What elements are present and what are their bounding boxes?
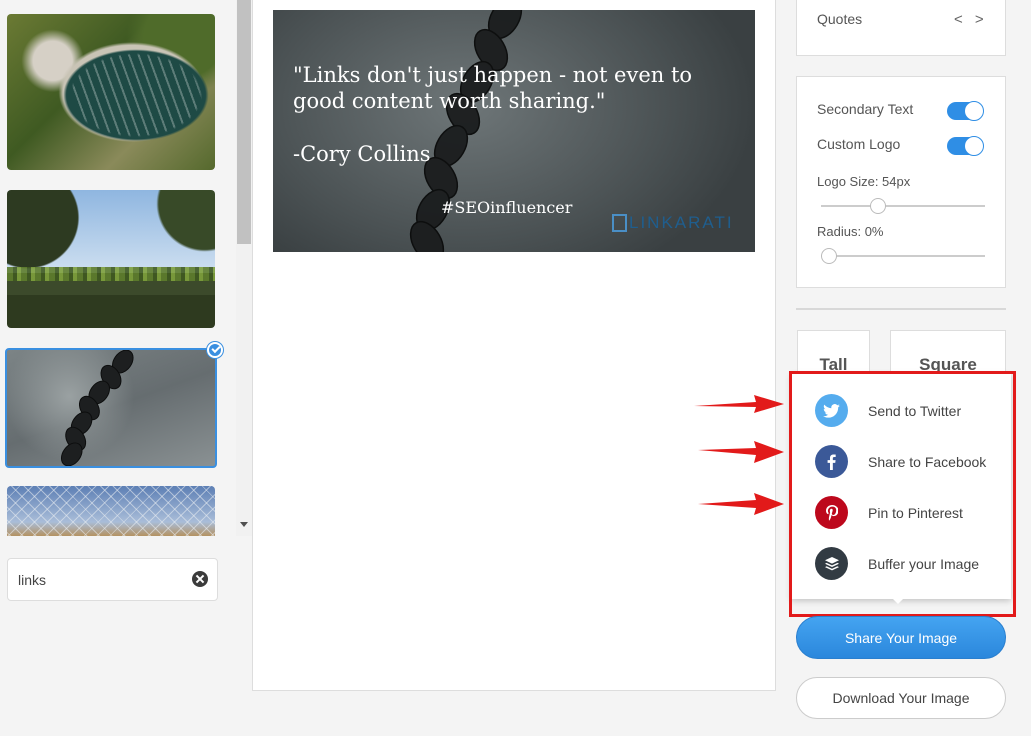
thumbnail-chain-selected[interactable] <box>5 348 217 468</box>
pinterest-icon <box>815 496 848 529</box>
custom-logo-label: Custom Logo <box>817 136 901 152</box>
scrollbar-thumb[interactable] <box>237 0 251 244</box>
share-pinterest-item[interactable]: Pin to Pinterest <box>815 496 963 529</box>
logo-size-label: Logo Size: 54px <box>817 174 911 189</box>
annotation-arrow-twitter-icon <box>694 395 784 413</box>
panel-divider <box>796 308 1006 310</box>
share-your-image-button[interactable]: Share Your Image <box>796 616 1006 659</box>
share-menu: Send to Twitter Share to Facebook Pin to… <box>791 373 1011 599</box>
secondary-text-toggle[interactable] <box>947 101 984 121</box>
share-facebook-item[interactable]: Share to Facebook <box>815 445 986 478</box>
facebook-icon <box>815 445 848 478</box>
download-your-image-button[interactable]: Download Your Image <box>796 677 1006 719</box>
buffer-icon <box>815 547 848 580</box>
image-preview: "Links don't just happen - not even to g… <box>273 10 755 252</box>
share-facebook-label: Share to Facebook <box>868 453 987 470</box>
logo-square-icon <box>612 214 627 232</box>
annotation-arrow-facebook-icon <box>698 441 784 463</box>
quote-text: "Links don't just happen - not even to g… <box>293 63 693 113</box>
share-twitter-label: Send to Twitter <box>868 402 962 419</box>
share-twitter-item[interactable]: Send to Twitter <box>815 394 961 427</box>
radius-slider-knob[interactable] <box>821 248 837 264</box>
thumbnail-list <box>0 0 236 536</box>
annotation-arrow-pinterest-icon <box>698 493 784 515</box>
quote-author: -Cory Collins <box>293 142 431 166</box>
quotes-card: Quotes < > <box>796 0 1006 56</box>
radius-slider[interactable] <box>821 248 985 264</box>
thumbnail-scrollbar[interactable] <box>236 0 252 536</box>
quote-hashtag: #SEOinfluencer <box>441 198 573 217</box>
image-search-box <box>7 558 218 601</box>
share-pinterest-label: Pin to Pinterest <box>868 504 963 521</box>
editor-canvas: "Links don't just happen - not even to g… <box>252 0 776 691</box>
logo-size-slider[interactable] <box>821 198 985 214</box>
share-menu-caret <box>890 596 906 604</box>
secondary-text-label: Secondary Text <box>817 101 914 117</box>
twitter-icon <box>815 394 848 427</box>
radius-label: Radius: 0% <box>817 224 884 239</box>
search-input[interactable] <box>18 569 188 591</box>
quotes-label: Quotes <box>817 11 863 27</box>
logo-text: LINKARATI <box>629 213 734 232</box>
scroll-down-arrow-icon[interactable] <box>240 522 248 527</box>
share-buffer-item[interactable]: Buffer your Image <box>815 547 979 580</box>
selected-check-icon <box>207 342 223 358</box>
chain-image <box>60 350 134 466</box>
logo-size-slider-knob[interactable] <box>869 198 886 214</box>
clear-search-icon[interactable] <box>192 571 208 587</box>
brand-logo: LINKARATI <box>612 213 734 233</box>
settings-card: Secondary Text Custom Logo Logo Size: 54… <box>796 76 1006 288</box>
thumbnail-harbor-aerial[interactable] <box>7 14 215 170</box>
custom-logo-toggle[interactable] <box>947 136 984 156</box>
quotes-nav-arrows[interactable]: < > <box>954 11 988 28</box>
thumbnail-chain-fence[interactable] <box>7 486 215 536</box>
share-buffer-label: Buffer your Image <box>868 555 980 572</box>
thumbnail-vineyard-sky[interactable] <box>7 190 215 328</box>
